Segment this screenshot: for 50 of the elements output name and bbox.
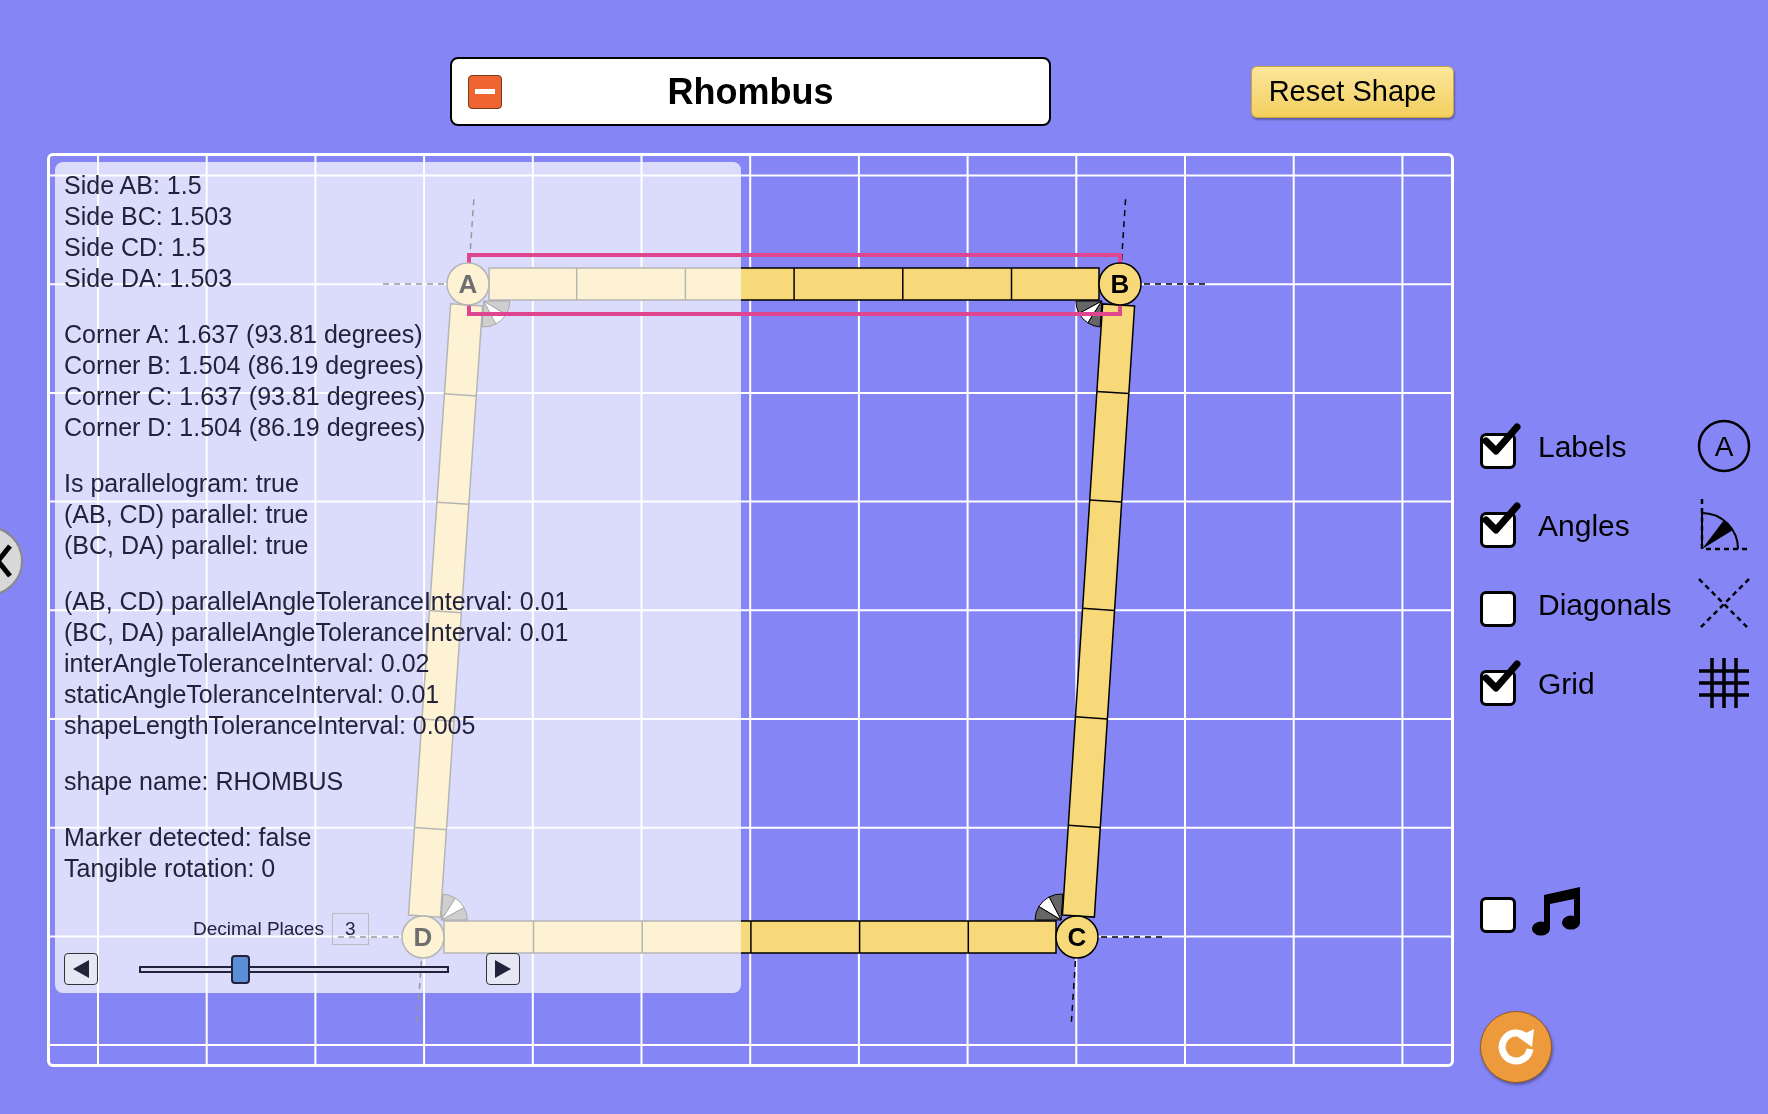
debug-line: Side CD: 1.5 [64,232,206,263]
debug-line: Corner B: 1.504 (86.19 degrees) [64,350,424,381]
decimal-places-label: Decimal Places [193,916,324,941]
increment-button[interactable] [486,953,520,985]
debug-line: shapeLengthToleranceInterval: 0.005 [64,710,476,741]
quadrilateral-side[interactable] [443,920,1057,954]
checkbox[interactable] [1480,660,1522,706]
debug-line: (BC, DA) parallel: true [64,530,309,561]
debug-line: Corner A: 1.637 (93.81 degrees) [64,319,423,350]
decimal-places-value: 3 [331,912,369,945]
option-label: Diagonals [1538,586,1672,623]
angle-indicator [481,300,511,328]
grid-icon [1696,655,1752,711]
debug-line: Corner C: 1.637 (93.81 degrees) [64,381,426,412]
debug-line: interAngleToleranceInterval: 0.02 [64,648,430,679]
minus-button[interactable] [468,74,502,109]
reset-shape-button[interactable]: Reset Shape [1251,65,1454,118]
debug-line: Is parallelogram: true [64,468,299,499]
right-triangle-icon [495,960,511,978]
debug-line: Side AB: 1.5 [64,170,202,201]
debug-line: Tangible rotation: 0 [64,853,276,884]
checkbox[interactable] [1480,423,1522,469]
decrement-button[interactable] [64,953,98,985]
shape-name: Rhombus [667,69,834,114]
option-label: Labels [1538,428,1627,465]
debug-line: (AB, CD) parallel: true [64,499,309,530]
debug-line: shape name: RHOMBUS [64,766,344,797]
debug-line: (AB, CD) parallelAngleToleranceInterval: 0.01 [64,586,569,617]
option-label: Angles [1538,507,1630,544]
circled-letter-icon: A [1696,418,1752,474]
debug-line: Side BC: 1.503 [64,201,233,232]
quadrilateral-side[interactable] [1061,303,1136,918]
angle-indicator [1034,893,1064,921]
debug-line: staticAngleToleranceInterval: 0.01 [64,679,440,710]
vertex-handle[interactable]: C [1055,915,1099,959]
reset-all-button[interactable] [1480,1011,1552,1083]
vertex-handle[interactable]: D [401,915,445,959]
vertex-handle[interactable]: A [446,262,490,306]
side-tab-button[interactable] [0,526,24,596]
debug-line: Side DA: 1.503 [64,263,233,294]
slider-thumb[interactable] [231,954,251,984]
quadrilateral-side[interactable] [488,267,1100,301]
left-triangle-icon [73,960,89,978]
debug-line: (BC, DA) parallelAngleToleranceInterval: 0.01 [64,617,569,648]
debug-line: Corner D: 1.504 (86.19 degrees) [64,412,426,443]
angle-indicator [440,893,468,921]
checkbox[interactable] [1480,502,1522,548]
vertex-handle[interactable]: B [1098,262,1142,306]
debug-line: Marker detected: false [64,822,312,853]
option-label: Grid [1538,665,1595,702]
